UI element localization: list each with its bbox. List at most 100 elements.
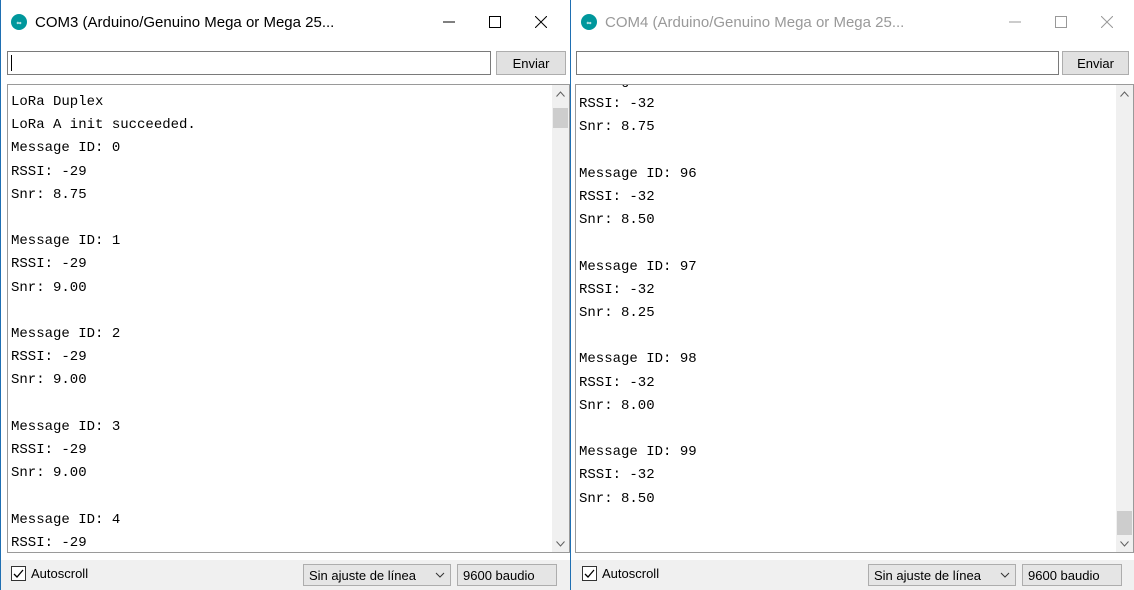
- scroll-up-arrow[interactable]: [552, 85, 569, 102]
- serial-monitor-com4: ∞ COM4 (Arduino/Genuino Mega or Mega 25.…: [571, 0, 1134, 590]
- autoscroll-checkbox[interactable]: Autoscroll: [11, 566, 88, 581]
- chevron-down-icon: [556, 540, 565, 547]
- close-icon: [535, 16, 547, 28]
- output-line: Snr: 8.75: [579, 119, 655, 136]
- output-line: Message ID: 2: [11, 326, 121, 343]
- maximize-button[interactable]: [1038, 0, 1084, 44]
- close-icon: [1101, 16, 1113, 28]
- baud-rate-value: 9600 baudio: [463, 567, 535, 583]
- line-ending-value: Sin ajuste de línea: [309, 567, 416, 583]
- output-line: RSSI: -29: [11, 163, 87, 180]
- output-line: Message ID: 3: [11, 418, 121, 435]
- close-button[interactable]: [518, 0, 564, 44]
- send-button[interactable]: Enviar: [496, 51, 566, 75]
- maximize-button[interactable]: [472, 0, 518, 44]
- send-row: Enviar: [571, 51, 1134, 77]
- send-input[interactable]: [576, 51, 1059, 75]
- close-button[interactable]: [1084, 0, 1130, 44]
- serial-monitor-com3: ∞ COM3 (Arduino/Genuino Mega or Mega 25.…: [0, 0, 571, 590]
- send-button[interactable]: Enviar: [1062, 51, 1129, 75]
- scroll-down-arrow[interactable]: [552, 535, 569, 552]
- maximize-icon: [489, 16, 501, 28]
- arduino-icon: ∞: [11, 14, 27, 30]
- line-ending-value: Sin ajuste de línea: [874, 567, 981, 583]
- autoscroll-label: Autoscroll: [31, 566, 89, 581]
- text-caret: [11, 55, 12, 71]
- output-line: RSSI: -32: [579, 467, 655, 484]
- line-ending-select[interactable]: Sin ajuste de línea: [303, 564, 451, 586]
- output-line: RSSI: -32: [579, 189, 655, 206]
- output-line: Snr: 8.50: [579, 490, 655, 507]
- send-input[interactable]: [7, 51, 491, 75]
- output-line: Message ID: 1: [11, 233, 121, 250]
- output-line: RSSI: -29: [11, 534, 87, 551]
- send-row: Enviar: [1, 51, 570, 77]
- window-title: COM3 (Arduino/Genuino Mega or Mega 25...: [35, 13, 335, 31]
- autoscroll-label: Autoscroll: [602, 566, 660, 581]
- baud-rate-value: 9600 baudio: [1028, 567, 1100, 583]
- output-line: RSSI: -29: [11, 256, 87, 273]
- status-bar: Autoscroll Sin ajuste de línea 9600 baud…: [571, 560, 1134, 590]
- minimize-icon: [1009, 21, 1021, 23]
- output-line: Snr: 8.25: [579, 305, 655, 322]
- output-line: Snr: 8.75: [11, 186, 87, 203]
- window-title: COM4 (Arduino/Genuino Mega or Mega 25...: [605, 13, 905, 31]
- svg-text:∞: ∞: [17, 20, 22, 27]
- output-line: Message ID: 0: [11, 140, 121, 157]
- arduino-icon: ∞: [581, 14, 597, 30]
- baud-rate-select[interactable]: 9600 baudio: [457, 564, 557, 586]
- chevron-down-icon: [1120, 540, 1129, 547]
- svg-text:∞: ∞: [587, 20, 592, 27]
- chevron-up-icon: [556, 90, 565, 97]
- vertical-scrollbar[interactable]: [1116, 85, 1133, 552]
- output-line: Snr: 9.00: [11, 372, 87, 389]
- checkbox-box: [11, 566, 26, 581]
- output-text: LoRa Duplex LoRa A init succeeded. Message…: [11, 91, 196, 552]
- status-bar: Autoscroll Sin ajuste de línea 9600 baud…: [1, 560, 570, 590]
- serial-output[interactable]: Message ID: 95 RSSI: -32 Snr: 8.75 Message…: [575, 84, 1134, 553]
- title-bar[interactable]: ∞ COM3 (Arduino/Genuino Mega or Mega 25.…: [1, 0, 570, 44]
- scroll-up-arrow[interactable]: [1116, 85, 1133, 102]
- output-line: RSSI: -32: [579, 96, 655, 113]
- checkbox-box: [582, 566, 597, 581]
- autoscroll-checkbox[interactable]: Autoscroll: [582, 566, 659, 581]
- scroll-down-arrow[interactable]: [1116, 535, 1133, 552]
- chevron-down-icon: [1000, 572, 1010, 578]
- output-line: Message ID: 95: [579, 85, 697, 93]
- line-ending-select[interactable]: Sin ajuste de línea: [868, 564, 1016, 586]
- chevron-up-icon: [1120, 90, 1129, 97]
- vertical-scrollbar[interactable]: [552, 85, 569, 552]
- minimize-icon: [443, 21, 455, 23]
- check-icon: [584, 569, 595, 578]
- output-line: RSSI: -29: [11, 442, 87, 459]
- output-line: Message ID: 98: [579, 351, 697, 368]
- serial-output[interactable]: LoRa Duplex LoRa A init succeeded. Message…: [7, 84, 570, 553]
- output-line: Snr: 9.00: [11, 465, 87, 482]
- output-line: Message ID: 4: [11, 511, 121, 528]
- scroll-thumb[interactable]: [553, 108, 568, 128]
- minimize-button[interactable]: [426, 0, 472, 44]
- output-line: Message ID: 96: [579, 165, 697, 182]
- output-text: Message ID: 95 RSSI: -32 Snr: 8.75 Message…: [579, 85, 697, 511]
- output-line: RSSI: -32: [579, 374, 655, 391]
- check-icon: [13, 569, 24, 578]
- minimize-button[interactable]: [992, 0, 1038, 44]
- output-line: LoRa Duplex: [11, 94, 104, 110]
- chevron-down-icon: [435, 572, 445, 578]
- baud-rate-select[interactable]: 9600 baudio: [1022, 564, 1122, 586]
- output-line: Message ID: 99: [579, 444, 697, 461]
- output-line: RSSI: -32: [579, 281, 655, 298]
- output-line: Message ID: 97: [579, 258, 697, 275]
- output-line: Snr: 9.00: [11, 279, 87, 296]
- output-line: Snr: 8.50: [579, 212, 655, 229]
- scroll-thumb[interactable]: [1117, 511, 1132, 535]
- title-bar[interactable]: ∞ COM4 (Arduino/Genuino Mega or Mega 25.…: [571, 0, 1134, 44]
